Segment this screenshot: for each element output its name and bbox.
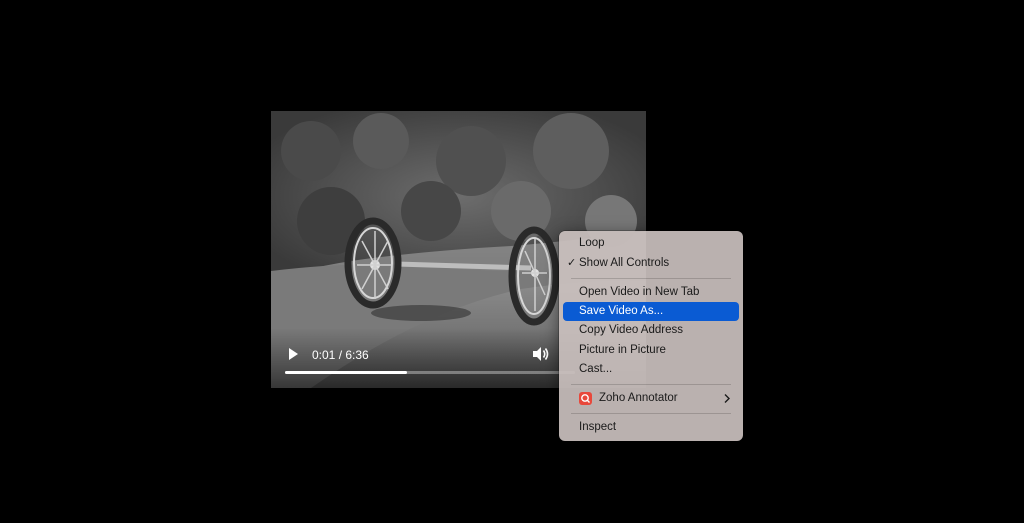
menu-item-picture-in-picture[interactable]: Picture in Picture <box>563 341 739 360</box>
menu-item-copy-video-address[interactable]: Copy Video Address <box>563 321 739 340</box>
menu-item-label: Loop <box>579 237 605 249</box>
menu-item-label: Inspect <box>579 421 617 433</box>
play-icon <box>289 348 298 360</box>
menu-item-show-all-controls[interactable]: ✓ Show All Controls <box>563 254 739 273</box>
volume-icon <box>533 347 549 361</box>
current-time: 0:01 <box>312 348 336 362</box>
progress-bar[interactable] <box>285 371 575 374</box>
menu-separator <box>571 413 731 414</box>
menu-separator <box>571 278 731 279</box>
menu-item-label: Save Video As... <box>579 305 664 317</box>
menu-item-label: Open Video in New Tab <box>579 286 700 298</box>
menu-item-label: Picture in Picture <box>579 344 666 356</box>
menu-item-loop[interactable]: Loop <box>563 234 739 253</box>
context-menu: Loop ✓ Show All Controls Open Video in N… <box>559 231 743 441</box>
menu-item-save-video-as[interactable]: Save Video As... <box>563 302 739 321</box>
menu-item-inspect[interactable]: Inspect <box>563 418 739 437</box>
checkmark-icon: ✓ <box>567 257 577 269</box>
menu-item-label: Cast... <box>579 363 613 375</box>
volume-button[interactable] <box>530 345 550 363</box>
play-button[interactable] <box>285 345 301 363</box>
chevron-right-icon <box>724 394 730 403</box>
time-display: 0:01 / 6:36 <box>312 348 369 362</box>
menu-item-cast[interactable]: Cast... <box>563 360 739 379</box>
time-separator: / <box>335 348 346 362</box>
menu-item-label: Zoho Annotator <box>599 392 678 404</box>
menu-item-label: Copy Video Address <box>579 324 683 336</box>
menu-separator <box>571 384 731 385</box>
zoho-annotator-icon <box>579 392 592 405</box>
duration: 6:36 <box>345 348 369 362</box>
progress-fill <box>285 371 407 374</box>
menu-item-label: Show All Controls <box>579 257 670 269</box>
menu-item-zoho-annotator[interactable]: Zoho Annotator <box>563 389 739 408</box>
menu-item-open-video-in-new-tab[interactable]: Open Video in New Tab <box>563 283 739 302</box>
